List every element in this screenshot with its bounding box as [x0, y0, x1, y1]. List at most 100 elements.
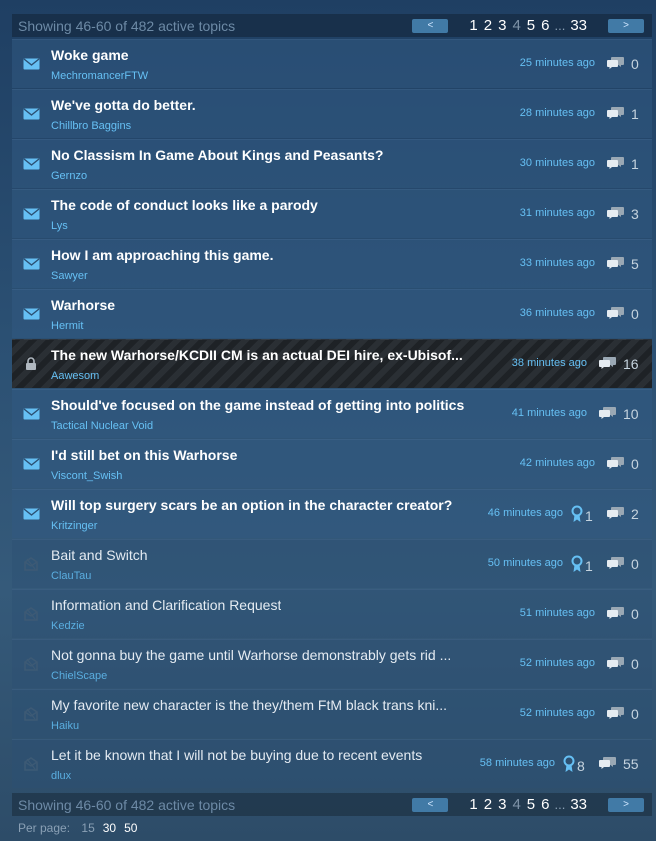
- topic-title[interactable]: The new Warhorse/KCDII CM is an actual D…: [51, 347, 463, 363]
- topic-row[interactable]: No Classism In Game About Kings and Peas…: [12, 139, 652, 188]
- topic-row[interactable]: Information and Clarification Request Ked…: [12, 589, 652, 638]
- read-topic-icon: [22, 755, 40, 773]
- next-page-button[interactable]: >: [608, 797, 644, 812]
- per-page-option[interactable]: 50: [124, 821, 137, 835]
- topic-row[interactable]: My favorite new character is the they/th…: [12, 689, 652, 738]
- bottom-pager: Showing 46-60 of 482 active topics < 123…: [12, 793, 652, 816]
- prev-page-button[interactable]: <: [412, 18, 449, 33]
- topic-row[interactable]: The code of conduct looks like a parody L…: [12, 189, 652, 238]
- page-link[interactable]: 2: [484, 796, 492, 813]
- page-link[interactable]: 1: [469, 796, 477, 813]
- award-ribbon-icon: [571, 555, 583, 576]
- topic-author[interactable]: ChielScape: [51, 670, 107, 682]
- envelope-icon: [22, 455, 40, 473]
- page-ellipsis: ...: [554, 18, 566, 33]
- topic-author[interactable]: Chillbro Baggins: [51, 120, 131, 132]
- topic-author[interactable]: Tactical Nuclear Void: [51, 420, 153, 432]
- topic-author[interactable]: Gernzo: [51, 170, 87, 182]
- reply-count-value: 1: [631, 106, 639, 122]
- reply-count-value: 3: [631, 206, 639, 222]
- speech-bubbles-icon: [599, 405, 617, 423]
- topic-title[interactable]: How I am approaching this game.: [51, 247, 273, 263]
- prev-page-button[interactable]: <: [412, 797, 449, 812]
- reply-count: 0: [607, 655, 639, 673]
- topic-author[interactable]: MechromancerFTW: [51, 70, 148, 82]
- speech-bubbles-icon: [599, 755, 617, 773]
- next-page-button[interactable]: >: [608, 18, 644, 33]
- reply-count: 5: [607, 255, 639, 273]
- topic-author[interactable]: Viscont_Swish: [51, 470, 122, 482]
- topic-author[interactable]: dlux: [51, 770, 71, 782]
- read-topic-icon: [22, 705, 40, 723]
- last-page-link[interactable]: 33: [570, 17, 587, 34]
- topic-author[interactable]: ClauTau: [51, 570, 91, 582]
- topic-title[interactable]: I'd still bet on this Warhorse: [51, 447, 237, 463]
- reply-count-value: 55: [623, 756, 639, 772]
- read-topic-icon: [22, 605, 40, 623]
- topic-author[interactable]: Lys: [51, 220, 68, 232]
- topic-time: 33 minutes ago: [519, 257, 595, 269]
- topic-title[interactable]: No Classism In Game About Kings and Peas…: [51, 147, 383, 163]
- topic-title[interactable]: Bait and Switch: [51, 547, 148, 563]
- topic-row[interactable]: Should've focused on the game instead of…: [12, 389, 652, 438]
- topic-time: 52 minutes ago: [519, 707, 595, 719]
- topic-title[interactable]: We've gotta do better.: [51, 97, 196, 113]
- envelope-icon: [22, 505, 40, 523]
- reply-count-value: 5: [631, 256, 639, 272]
- page-link[interactable]: 5: [527, 796, 535, 813]
- topic-author[interactable]: Haiku: [51, 720, 79, 732]
- topic-row[interactable]: Not gonna buy the game until Warhorse de…: [12, 639, 652, 688]
- topic-row[interactable]: Will top surgery scars be an option in t…: [12, 489, 652, 538]
- topic-author[interactable]: Kritzinger: [51, 520, 97, 532]
- topic-title[interactable]: Will top surgery scars be an option in t…: [51, 497, 452, 513]
- award-badge[interactable]: 1: [571, 555, 593, 576]
- page-link[interactable]: 6: [541, 17, 549, 34]
- topic-title[interactable]: My favorite new character is the they/th…: [51, 697, 447, 713]
- topic-title[interactable]: Let it be known that I will not be buyin…: [51, 747, 422, 763]
- topic-time: 28 minutes ago: [519, 107, 595, 119]
- topic-title[interactable]: Woke game: [51, 47, 129, 63]
- last-page-link[interactable]: 33: [570, 796, 587, 813]
- page-link[interactable]: 1: [469, 17, 477, 34]
- topic-row[interactable]: How I am approaching this game. Sawyer 5 33…: [12, 239, 652, 288]
- topic-title[interactable]: Not gonna buy the game until Warhorse de…: [51, 647, 451, 663]
- topic-author[interactable]: Sawyer: [51, 270, 88, 282]
- topic-row[interactable]: Let it be known that I will not be buyin…: [12, 739, 652, 788]
- topic-time: 42 minutes ago: [519, 457, 595, 469]
- page-link[interactable]: 2: [484, 17, 492, 34]
- reply-count: 10: [599, 405, 639, 423]
- reply-count-value: 2: [631, 506, 639, 522]
- topic-title[interactable]: Should've focused on the game instead of…: [51, 397, 464, 413]
- page-link[interactable]: 3: [498, 796, 506, 813]
- envelope-icon: [22, 155, 40, 173]
- award-badge[interactable]: 1: [571, 505, 593, 526]
- reply-count: 0: [607, 705, 639, 723]
- per-page-label: Per page:: [18, 821, 71, 835]
- reply-count: 16: [599, 355, 639, 373]
- per-page-option[interactable]: 30: [103, 821, 116, 835]
- page-link[interactable]: 3: [498, 17, 506, 34]
- topic-title[interactable]: Warhorse: [51, 297, 115, 313]
- topic-title[interactable]: Information and Clarification Request: [51, 597, 281, 613]
- speech-bubbles-icon: [599, 355, 617, 373]
- topic-row[interactable]: Woke game MechromancerFTW 0 25 minutes ago: [12, 39, 652, 88]
- per-page-selector: Per page: 15 30 50: [18, 821, 137, 835]
- topic-author[interactable]: Hermit: [51, 320, 83, 332]
- topic-row[interactable]: The new Warhorse/KCDII CM is an actual D…: [12, 339, 652, 388]
- speech-bubbles-icon: [607, 255, 625, 273]
- reply-count-value: 0: [631, 656, 639, 672]
- topic-row[interactable]: I'd still bet on this Warhorse Viscont_Sw…: [12, 439, 652, 488]
- topic-row[interactable]: Warhorse Hermit 0 36 minutes ago: [12, 289, 652, 338]
- page-link[interactable]: 5: [527, 17, 535, 34]
- topic-title[interactable]: The code of conduct looks like a parody: [51, 197, 318, 213]
- speech-bubbles-icon: [607, 655, 625, 673]
- topic-row[interactable]: We've gotta do better. Chillbro Baggins 1 2…: [12, 89, 652, 138]
- topic-row[interactable]: Bait and Switch ClauTau 0 1 50 minutes ago: [12, 539, 652, 588]
- page-link: 4: [512, 17, 521, 34]
- topic-author[interactable]: Aawesom: [51, 370, 99, 382]
- topic-author[interactable]: Kedzie: [51, 620, 85, 632]
- speech-bubbles-icon: [607, 305, 625, 323]
- award-badge[interactable]: 8: [563, 755, 585, 776]
- topic-time: 51 minutes ago: [519, 607, 595, 619]
- page-link[interactable]: 6: [541, 796, 549, 813]
